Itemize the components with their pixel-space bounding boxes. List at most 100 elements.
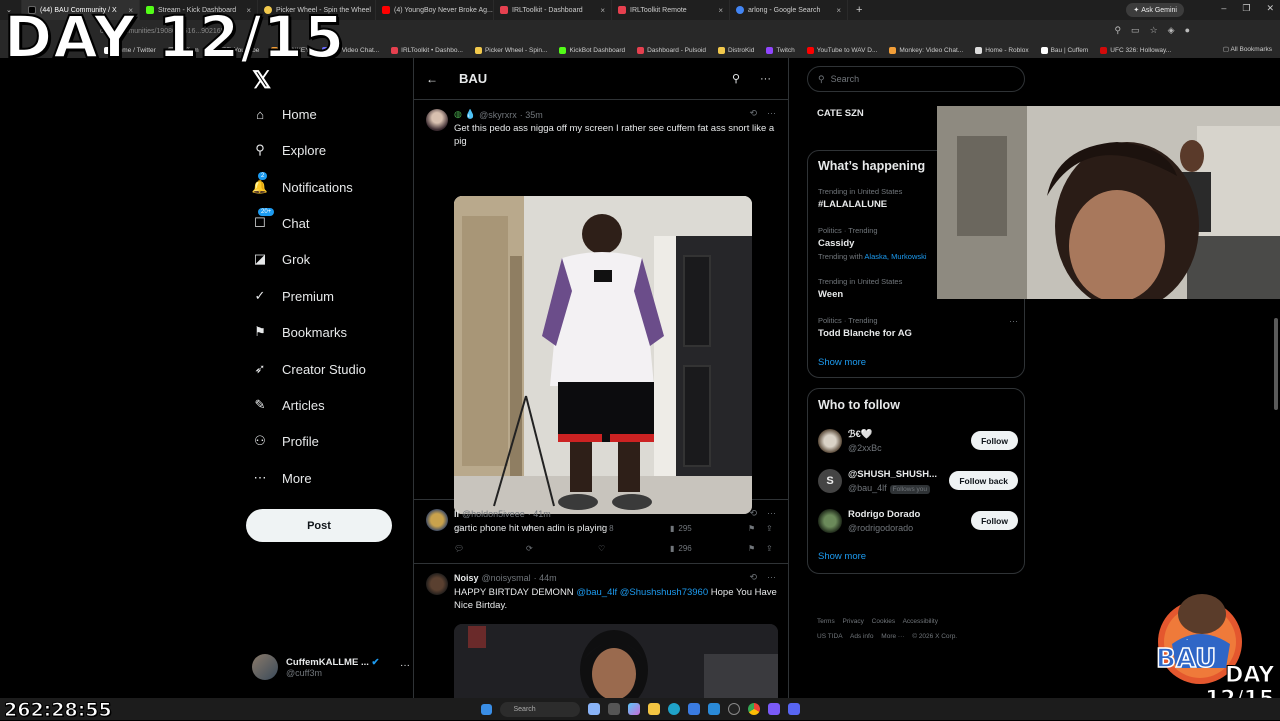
sidebar-item-profile[interactable]: ⚇ Profile <box>252 433 319 449</box>
extension-icon[interactable]: ◈ <box>1168 25 1175 36</box>
sidebar-item-more[interactable]: ⋯ More <box>252 470 312 486</box>
obs-icon[interactable] <box>727 703 740 715</box>
sidebar-item-explore[interactable]: ⚲ Explore <box>252 142 326 158</box>
edge-icon[interactable] <box>667 703 680 715</box>
footer-link[interactable]: Ads info <box>850 633 874 640</box>
tweet[interactable]: ◍ 💧 @skyrxrx · 35m ⟲ ··· Get this pedo ass … <box>414 100 788 533</box>
tweet-video[interactable] <box>454 624 778 698</box>
bookmark-favicon <box>1100 46 1108 54</box>
windows-start-icon[interactable] <box>480 703 492 715</box>
page-scrollbar[interactable] <box>1274 318 1278 410</box>
follow-button[interactable]: Follow <box>971 511 1018 530</box>
more-icon[interactable]: ··· <box>400 660 410 671</box>
more-icon[interactable]: ··· <box>1009 316 1018 326</box>
tab-google-search[interactable]: arlong - Google Search × <box>730 0 848 20</box>
footer-link[interactable]: US TIDA <box>817 633 843 640</box>
bookmark-item[interactable]: Twitch <box>766 46 795 54</box>
vscode-icon[interactable] <box>707 703 720 715</box>
sidebar-item-home[interactable]: ⌂ Home <box>252 106 317 122</box>
search-input[interactable]: ⚲ Search <box>807 66 1025 92</box>
pinned-community-label[interactable]: CATE SZN <box>817 108 864 119</box>
sidebar-item-premium[interactable]: ✓ Premium <box>252 288 334 304</box>
mention-link[interactable]: @Shushshush73960 <box>620 587 708 598</box>
taskbar-search[interactable]: Search <box>499 701 580 717</box>
more-icon[interactable]: ··· <box>767 572 776 583</box>
cast-icon[interactable]: ▭ <box>1131 25 1140 36</box>
app-icon[interactable] <box>767 703 780 715</box>
store-icon[interactable] <box>687 703 700 715</box>
ask-gemini-button[interactable]: ✦ Ask Gemini <box>1126 3 1184 17</box>
zoom-icon[interactable]: ⚲ <box>1114 25 1121 36</box>
grok-explain-icon[interactable]: ⟲ <box>749 108 757 119</box>
reply-button[interactable]: 💬︎ <box>454 544 526 553</box>
sidebar-item-chat[interactable]: ☐ 20+ Chat <box>252 208 309 231</box>
all-bookmarks-button[interactable]: ▢ All Bookmarks <box>1223 45 1272 53</box>
widgets-icon[interactable] <box>587 703 600 715</box>
back-arrow-icon[interactable]: ← <box>426 72 438 86</box>
close-window-icon[interactable]: ✕ <box>1266 3 1274 14</box>
close-tab-icon[interactable]: × <box>718 6 723 15</box>
minimize-icon[interactable]: – <box>1221 3 1226 14</box>
more-icon[interactable]: ··· <box>767 508 776 519</box>
trend-with-links[interactable]: Alaska, Murkowski <box>864 252 926 261</box>
bookmark-item[interactable]: Picker Wheel - Spin... <box>474 46 547 54</box>
copilot-icon[interactable] <box>627 703 640 715</box>
bookmark-item[interactable]: Monkey: Video Chat... <box>889 46 963 54</box>
sidebar-item-creator-studio[interactable]: ➶ Creator Studio <box>252 361 366 377</box>
bookmark-item[interactable]: Dashboard - Pulsoid <box>637 46 706 54</box>
tweet[interactable]: Noisy @noisysmal · 44m ⟲ ··· HAPPY BIRTDAY… <box>414 564 788 698</box>
close-tab-icon[interactable]: × <box>600 6 605 15</box>
tab-youtube[interactable]: (4) YoungBoy Never Broke Ag...× <box>376 0 494 20</box>
follow-suggestion[interactable]: Rodrigo Dorado @rodrigodorado Follow <box>818 507 1018 537</box>
sidebar-item-grok[interactable]: ◪ Grok <box>252 251 310 267</box>
tab-irltoolkit-dashboard[interactable]: IRLToolkit - Dashboard × <box>494 0 612 20</box>
more-icon[interactable]: ··· <box>767 108 776 119</box>
profile-icon[interactable]: ● <box>1185 25 1190 36</box>
show-more-link[interactable]: Show more <box>818 551 866 562</box>
close-tab-icon[interactable]: × <box>836 6 841 15</box>
footer-link[interactable]: Terms <box>817 618 835 625</box>
account-switcher[interactable]: CuffemKALLME ... ✔ @cuff3m ··· <box>252 654 410 680</box>
discord-icon[interactable] <box>787 703 800 715</box>
chrome-icon[interactable] <box>747 703 760 715</box>
post-button[interactable]: Post <box>246 509 392 542</box>
repost-button[interactable]: ⟳ <box>526 544 598 553</box>
grok-explain-icon[interactable]: ⟲ <box>749 572 757 583</box>
tab-irltoolkit-remote[interactable]: IRLToolkit Remote × <box>612 0 730 20</box>
show-more-link[interactable]: Show more <box>818 357 866 368</box>
bookmark-icon[interactable]: ⚑ <box>748 544 766 553</box>
follow-suggestion[interactable]: ℬ€🤍 @2xxBc Follow <box>818 427 1018 457</box>
more-icon[interactable]: ··· <box>760 73 771 85</box>
views-button[interactable]: ▮ 296 <box>670 544 748 553</box>
like-button[interactable]: ♡ <box>598 544 670 553</box>
footer-link[interactable]: Privacy <box>843 618 864 625</box>
bookmark-item[interactable]: YouTube to WAV D... <box>806 46 877 54</box>
follow-button[interactable]: Follow <box>971 431 1018 450</box>
bookmark-item[interactable]: UFC 326: Holloway... <box>1100 46 1171 54</box>
tweet[interactable]: ll @holdon5iveee · 41m ⟲ ··· gartic phone … <box>414 500 788 564</box>
file-explorer-icon[interactable] <box>647 703 660 715</box>
bookmark-item[interactable]: IRLToolkit • Dashbo... <box>391 46 463 54</box>
new-tab-button[interactable]: + <box>848 4 870 16</box>
task-view-icon[interactable] <box>607 703 620 715</box>
sidebar-item-notifications[interactable]: 🔔 2 Notifications <box>252 172 353 195</box>
footer-link[interactable]: Accessibility <box>903 618 938 625</box>
sidebar-item-bookmarks[interactable]: ⚑ Bookmarks <box>252 324 347 340</box>
mention-link[interactable]: @bau_4lf <box>576 587 617 598</box>
search-icon[interactable]: ⚲ <box>732 72 740 85</box>
footer-link[interactable]: Cookies <box>872 618 895 625</box>
bookmark-item[interactable]: KickBot Dashboard <box>559 46 625 54</box>
star-icon[interactable]: ☆ <box>1150 25 1158 36</box>
follow-back-button[interactable]: Follow back <box>949 471 1018 490</box>
bookmark-item[interactable]: DistroKid <box>718 46 754 54</box>
sidebar-item-articles[interactable]: ✎ Articles <box>252 397 325 413</box>
bookmark-item[interactable]: Home - Roblox <box>975 46 1029 54</box>
bookmark-item[interactable]: Bau | Cuffem <box>1040 46 1088 54</box>
restore-icon[interactable]: ❐ <box>1242 3 1250 14</box>
trend-item[interactable]: Politics · Trending Todd Blanche for AG … <box>818 316 1018 339</box>
grok-explain-icon[interactable]: ⟲ <box>749 508 757 519</box>
footer-link[interactable]: More ··· <box>881 633 904 640</box>
tweet-image[interactable] <box>454 196 752 514</box>
share-icon[interactable]: ⇪ <box>766 544 773 553</box>
follow-suggestion[interactable]: S @SHUSH_SHUSH... @bau_4lf Follows you Fo… <box>818 467 1018 497</box>
